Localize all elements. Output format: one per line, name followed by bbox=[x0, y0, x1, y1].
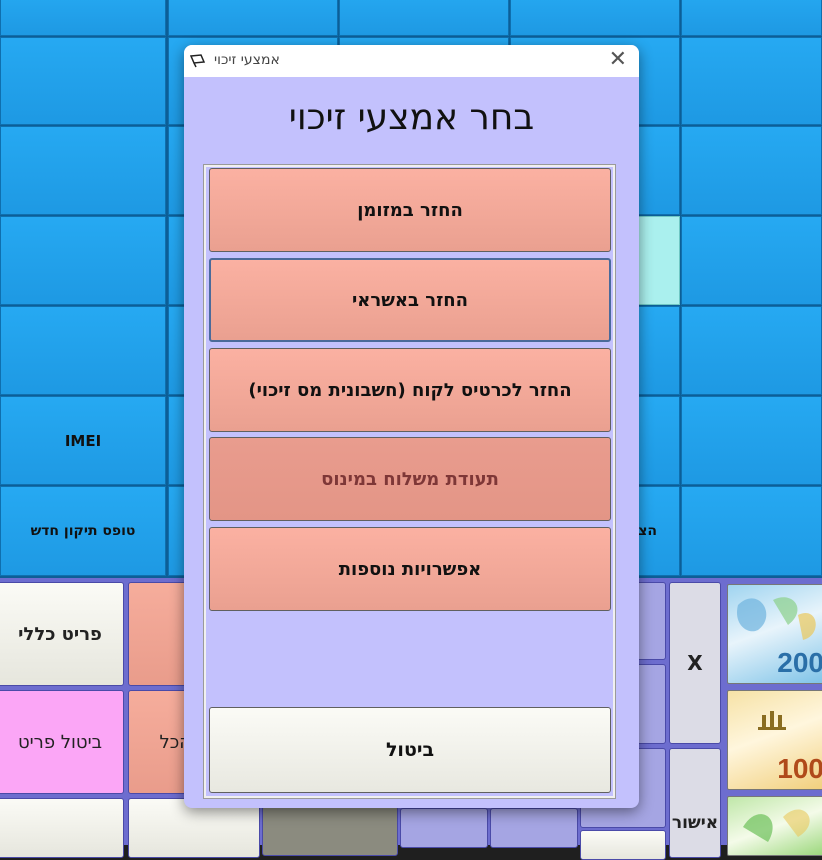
pos-button[interactable] bbox=[400, 808, 488, 848]
bill-100-value: 100 bbox=[777, 753, 822, 784]
grid-tile[interactable] bbox=[0, 306, 166, 395]
negative-delivery-note-label: תעודת משלוח במינוס bbox=[321, 468, 499, 490]
refund-customer-card-label: החזר לכרטיס לקוח (חשבונית מס זיכוי) bbox=[248, 379, 572, 401]
bill-200-value: 200 bbox=[777, 647, 822, 678]
refund-credit-card-button[interactable]: החזר באשראי bbox=[209, 258, 611, 342]
grid-tile[interactable] bbox=[681, 0, 822, 36]
credit-method-dialog: אמצעי זיכוי ✕ בחר אמצעי זיכוי החזר במזומ… bbox=[184, 45, 639, 808]
grid-tile[interactable] bbox=[0, 126, 166, 215]
dialog-titlebar[interactable]: אמצעי זיכוי ✕ bbox=[184, 45, 639, 77]
grid-tile[interactable] bbox=[168, 0, 338, 36]
grid-tile[interactable] bbox=[0, 37, 166, 125]
banknote-100-button[interactable]: 100 bbox=[727, 690, 822, 790]
cancel-item-label: ביטול פריט bbox=[17, 731, 103, 753]
partial-right-label: הצ bbox=[638, 523, 657, 539]
cancel-label: ביטול bbox=[385, 739, 435, 761]
grid-tile[interactable] bbox=[0, 0, 166, 36]
pos-button[interactable] bbox=[490, 808, 578, 848]
pos-button[interactable] bbox=[580, 830, 666, 860]
close-icon[interactable]: ✕ bbox=[609, 49, 627, 71]
pos-button[interactable] bbox=[0, 798, 124, 858]
confirm-label: אישור bbox=[671, 813, 719, 833]
grid-tile[interactable] bbox=[339, 0, 509, 36]
dialog-title: אמצעי זיכוי bbox=[214, 52, 280, 68]
grid-tile[interactable] bbox=[0, 216, 166, 305]
grid-tile[interactable] bbox=[510, 0, 680, 36]
grid-tile[interactable] bbox=[681, 37, 822, 125]
banknote-button[interactable] bbox=[727, 796, 822, 856]
grid-tile[interactable] bbox=[681, 486, 822, 576]
banknote-200-button[interactable]: 200 bbox=[727, 584, 822, 684]
cancel-button[interactable]: ביטול bbox=[209, 707, 611, 793]
imei-tile[interactable]: IMEI bbox=[0, 396, 166, 485]
x-label: X bbox=[687, 651, 703, 675]
more-options-button[interactable]: אפשרויות נוספות bbox=[209, 527, 611, 611]
refund-credit-card-label: החזר באשראי bbox=[352, 289, 469, 311]
more-options-label: אפשרויות נוספות bbox=[338, 558, 482, 580]
refund-cash-label: החזר במזומן bbox=[357, 199, 463, 221]
grid-tile[interactable] bbox=[681, 216, 822, 305]
cancel-item-button[interactable]: ביטול פריט bbox=[0, 690, 124, 794]
leaf-pattern-icon bbox=[743, 809, 810, 842]
grid-tile[interactable] bbox=[681, 396, 822, 485]
x-button[interactable]: X bbox=[669, 582, 721, 744]
grid-tile[interactable] bbox=[681, 306, 822, 395]
refund-cash-button[interactable]: החזר במזומן bbox=[209, 168, 611, 252]
app-icon bbox=[190, 54, 206, 68]
pos-button[interactable] bbox=[262, 806, 398, 856]
new-repair-form-label: טופס תיקון חדש bbox=[30, 523, 136, 539]
confirm-button[interactable]: אישור bbox=[669, 748, 721, 858]
grid-tile-highlighted[interactable] bbox=[638, 216, 680, 305]
imei-label: IMEI bbox=[64, 431, 102, 450]
refund-customer-card-button[interactable]: החזר לכרטיס לקוח (חשבונית מס זיכוי) bbox=[209, 348, 611, 432]
new-repair-form-tile[interactable]: טופס תיקון חדש bbox=[0, 486, 166, 576]
negative-delivery-note-button[interactable]: תעודת משלוח במינוס bbox=[209, 437, 611, 521]
general-item-button[interactable]: פריט כללי bbox=[0, 582, 124, 686]
grid-tile[interactable] bbox=[681, 126, 822, 215]
general-item-label: פריט כללי bbox=[18, 623, 102, 645]
dialog-heading: בחר אמצעי זיכוי bbox=[288, 97, 535, 138]
